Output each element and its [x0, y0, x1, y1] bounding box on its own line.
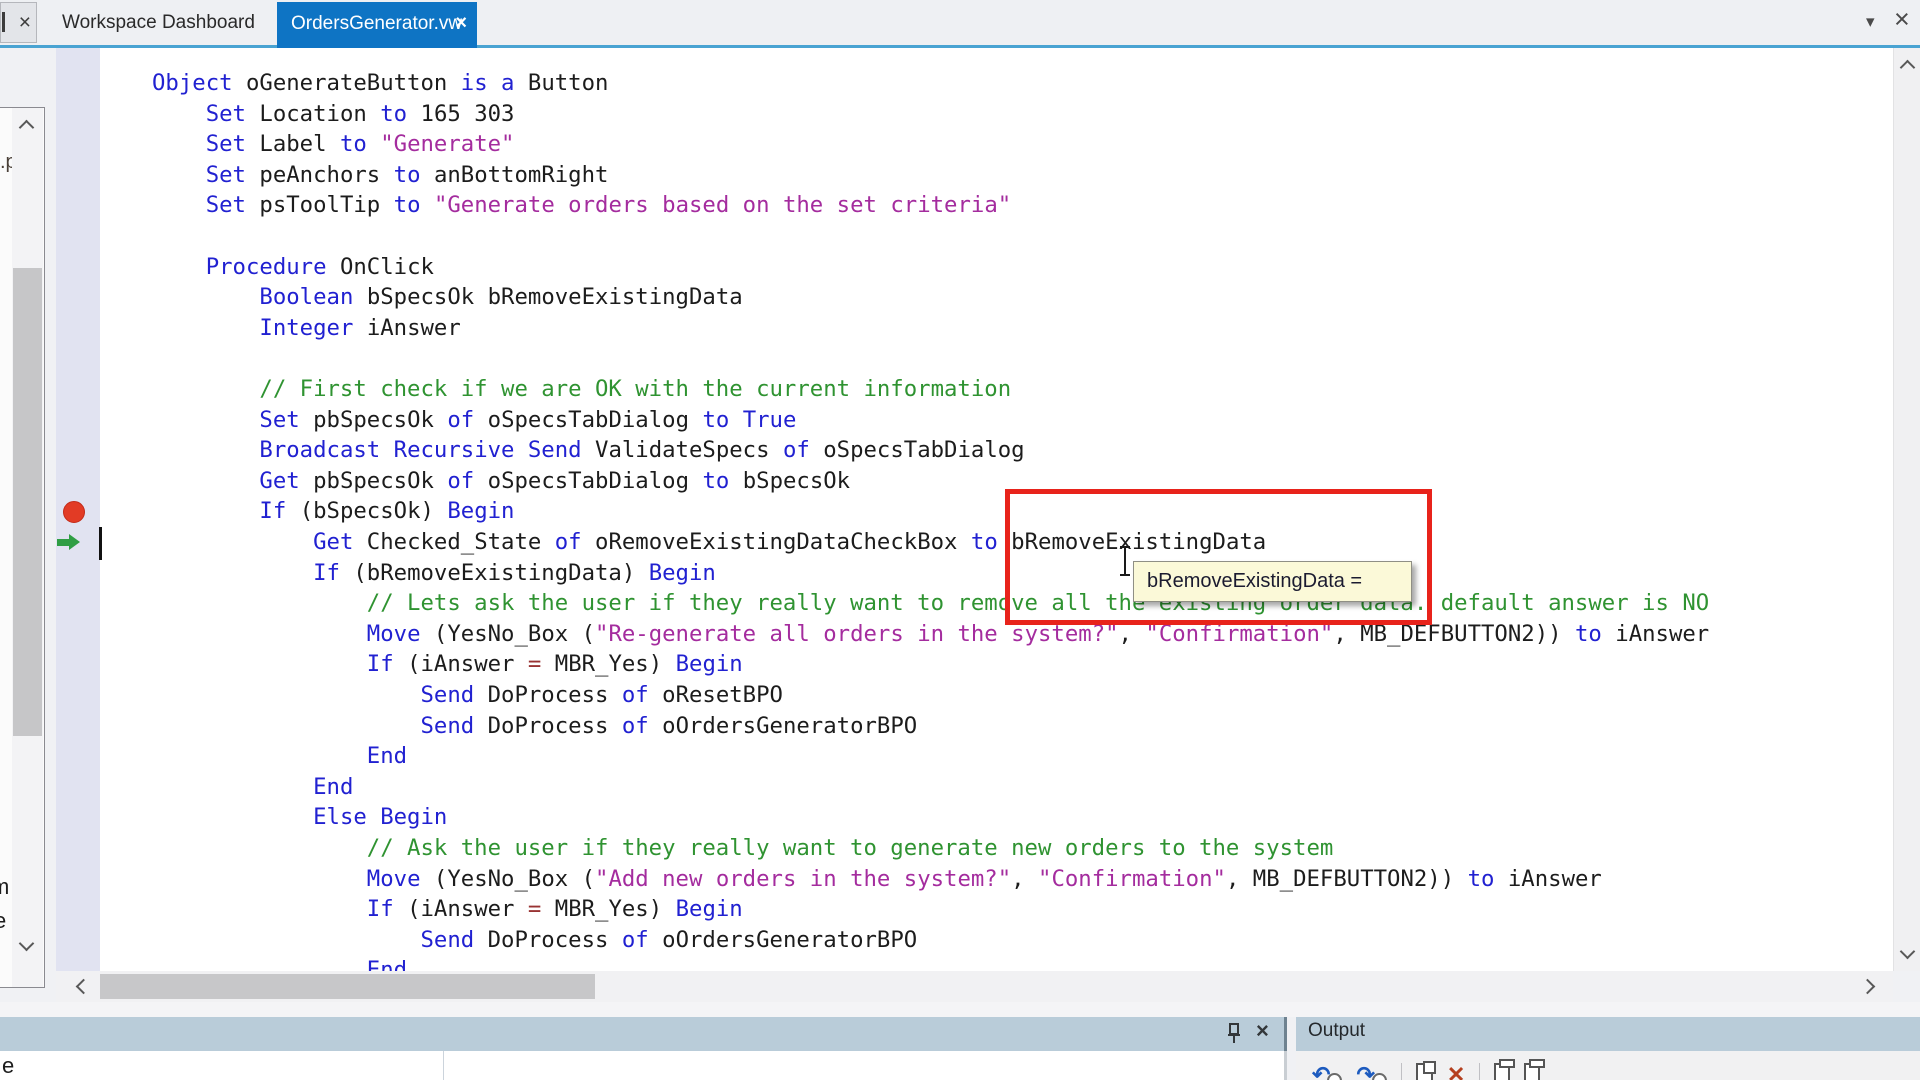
mouse-ibeam-cursor	[1119, 546, 1131, 576]
code-line[interactable]: Send DoProcess of oOrdersGeneratorBPO	[152, 711, 917, 742]
panel-splitter[interactable]	[1284, 1017, 1287, 1051]
scroll-up-icon[interactable]	[1900, 60, 1916, 76]
code-line[interactable]: Else Begin	[152, 802, 447, 833]
window-list-dropdown-icon[interactable]: ▾	[1866, 12, 1875, 32]
tab-partial-close-icon[interactable]: ×	[19, 11, 31, 35]
code-line[interactable]: Set psToolTip to "Generate orders based …	[152, 190, 1011, 221]
left-panel-scrollbar[interactable]	[12, 108, 43, 987]
tab-ordersgenerator[interactable]: OrdersGenerator.vw ×	[277, 2, 477, 48]
code-line[interactable]: End	[152, 772, 353, 803]
code-line[interactable]: Procedure OnClick	[152, 252, 434, 283]
horizontal-scrollbar-thumb[interactable]	[100, 974, 595, 999]
code-line[interactable]: If (iAnswer = MBR_Yes) Begin	[152, 894, 743, 925]
code-line[interactable]: Send DoProcess of oResetBPO	[152, 680, 783, 711]
bottom-left-text-fragment: e	[2, 1053, 14, 1079]
panel-splitter-lower	[1284, 1051, 1287, 1080]
navigate-back-button[interactable]: ↶	[1312, 1063, 1342, 1080]
code-line[interactable]: Broadcast Recursive Send ValidateSpecs o…	[152, 435, 1025, 466]
panel-gap	[0, 1002, 1920, 1017]
auto-hide-pin-icon[interactable]	[1224, 1022, 1244, 1046]
text-caret	[99, 527, 102, 560]
code-line[interactable]: // Lets ask the user if they really want…	[152, 588, 1709, 619]
panel-close-icon[interactable]: ×	[1256, 1018, 1269, 1044]
code-line[interactable]: Move (YesNo_Box ("Re-generate all orders…	[152, 619, 1709, 650]
code-line[interactable]: If (bRemoveExistingData) Begin	[152, 558, 716, 589]
current-statement-arrow-icon	[57, 534, 83, 551]
navigate-forward-button[interactable]: ↷	[1356, 1063, 1386, 1080]
annotation-highlight-rectangle	[1005, 489, 1432, 625]
toolbar-divider	[1401, 1063, 1402, 1080]
code-line[interactable]: Set Location to 165 303	[152, 99, 514, 130]
code-line[interactable]: Set Label to "Generate"	[152, 129, 514, 160]
code-line[interactable]: Boolean bSpecsOk bRemoveExistingData	[152, 282, 743, 313]
editor-vertical-scrollbar[interactable]	[1893, 48, 1920, 971]
scroll-left-icon[interactable]	[76, 979, 92, 995]
code-line[interactable]: End	[152, 741, 407, 772]
code-line[interactable]: Set pbSpecsOk of oSpecsTabDialog to True	[152, 405, 796, 436]
tab-partial-label-fragment	[2, 12, 5, 32]
left-panel-text-fragment: m	[0, 874, 9, 900]
document-close-icon[interactable]: ×	[1894, 4, 1910, 35]
goto-source-icon[interactable]	[1416, 1063, 1433, 1080]
editor-horizontal-scrollbar[interactable]	[56, 971, 1893, 1002]
code-line[interactable]: Integer iAnswer	[152, 313, 461, 344]
tab-partial[interactable]: ×	[0, 2, 37, 43]
code-editor[interactable]: Object oGenerateButton is a Button Set L…	[100, 48, 1893, 971]
clear-output-icon[interactable]: ✕	[1447, 1063, 1465, 1080]
arrow-stem	[57, 539, 69, 546]
left-panel-scrollbar-thumb[interactable]	[13, 268, 42, 736]
scroll-down-icon[interactable]	[19, 936, 35, 952]
code-line[interactable]: Move (YesNo_Box ("Add new orders in the …	[152, 864, 1602, 895]
output-toolbar-row: ↶ ↷ ✕	[1312, 1063, 1540, 1080]
left-panel-text-fragment: e	[0, 908, 6, 934]
copy-icon[interactable]	[1494, 1063, 1510, 1080]
tab-close-icon[interactable]: ×	[455, 2, 467, 44]
output-panel-titlebar[interactable]	[1296, 1017, 1920, 1051]
code-line[interactable]: Object oGenerateButton is a Button	[152, 68, 608, 99]
code-line[interactable]: // Ask the user if they really want to g…	[152, 833, 1333, 864]
tab-ordersgenerator-label: OrdersGenerator.vw	[291, 2, 462, 46]
scroll-right-icon[interactable]	[1860, 979, 1876, 995]
tab-workspace-dashboard[interactable]: Workspace Dashboard	[40, 0, 277, 45]
output-toolbar: ↶ ↷ ✕	[1296, 1051, 1920, 1080]
scroll-down-icon[interactable]	[1900, 944, 1916, 960]
code-line[interactable]: If (iAnswer = MBR_Yes) Begin	[152, 649, 743, 680]
toolbar-divider	[1479, 1063, 1480, 1080]
code-line[interactable]: Get pbSpecsOk of oSpecsTabDialog to bSpe…	[152, 466, 850, 497]
bottom-panel-titlebar[interactable]	[0, 1017, 1284, 1051]
copy-all-icon[interactable]	[1524, 1063, 1540, 1080]
arrow-head	[69, 534, 80, 550]
column-divider	[443, 1051, 444, 1080]
code-line[interactable]: // First check if we are OK with the cur…	[152, 374, 1011, 405]
code-line[interactable]: End	[152, 955, 407, 971]
bottom-left-panel: e	[0, 1051, 1284, 1080]
code-line[interactable]: If (bSpecsOk) Begin	[152, 496, 514, 527]
code-line[interactable]: Set peAnchors to anBottomRight	[152, 160, 608, 191]
code-line[interactable]: Send DoProcess of oOrdersGeneratorBPO	[152, 925, 917, 956]
scroll-up-icon[interactable]	[19, 120, 35, 136]
output-panel-title: Output	[1308, 1020, 1365, 1042]
